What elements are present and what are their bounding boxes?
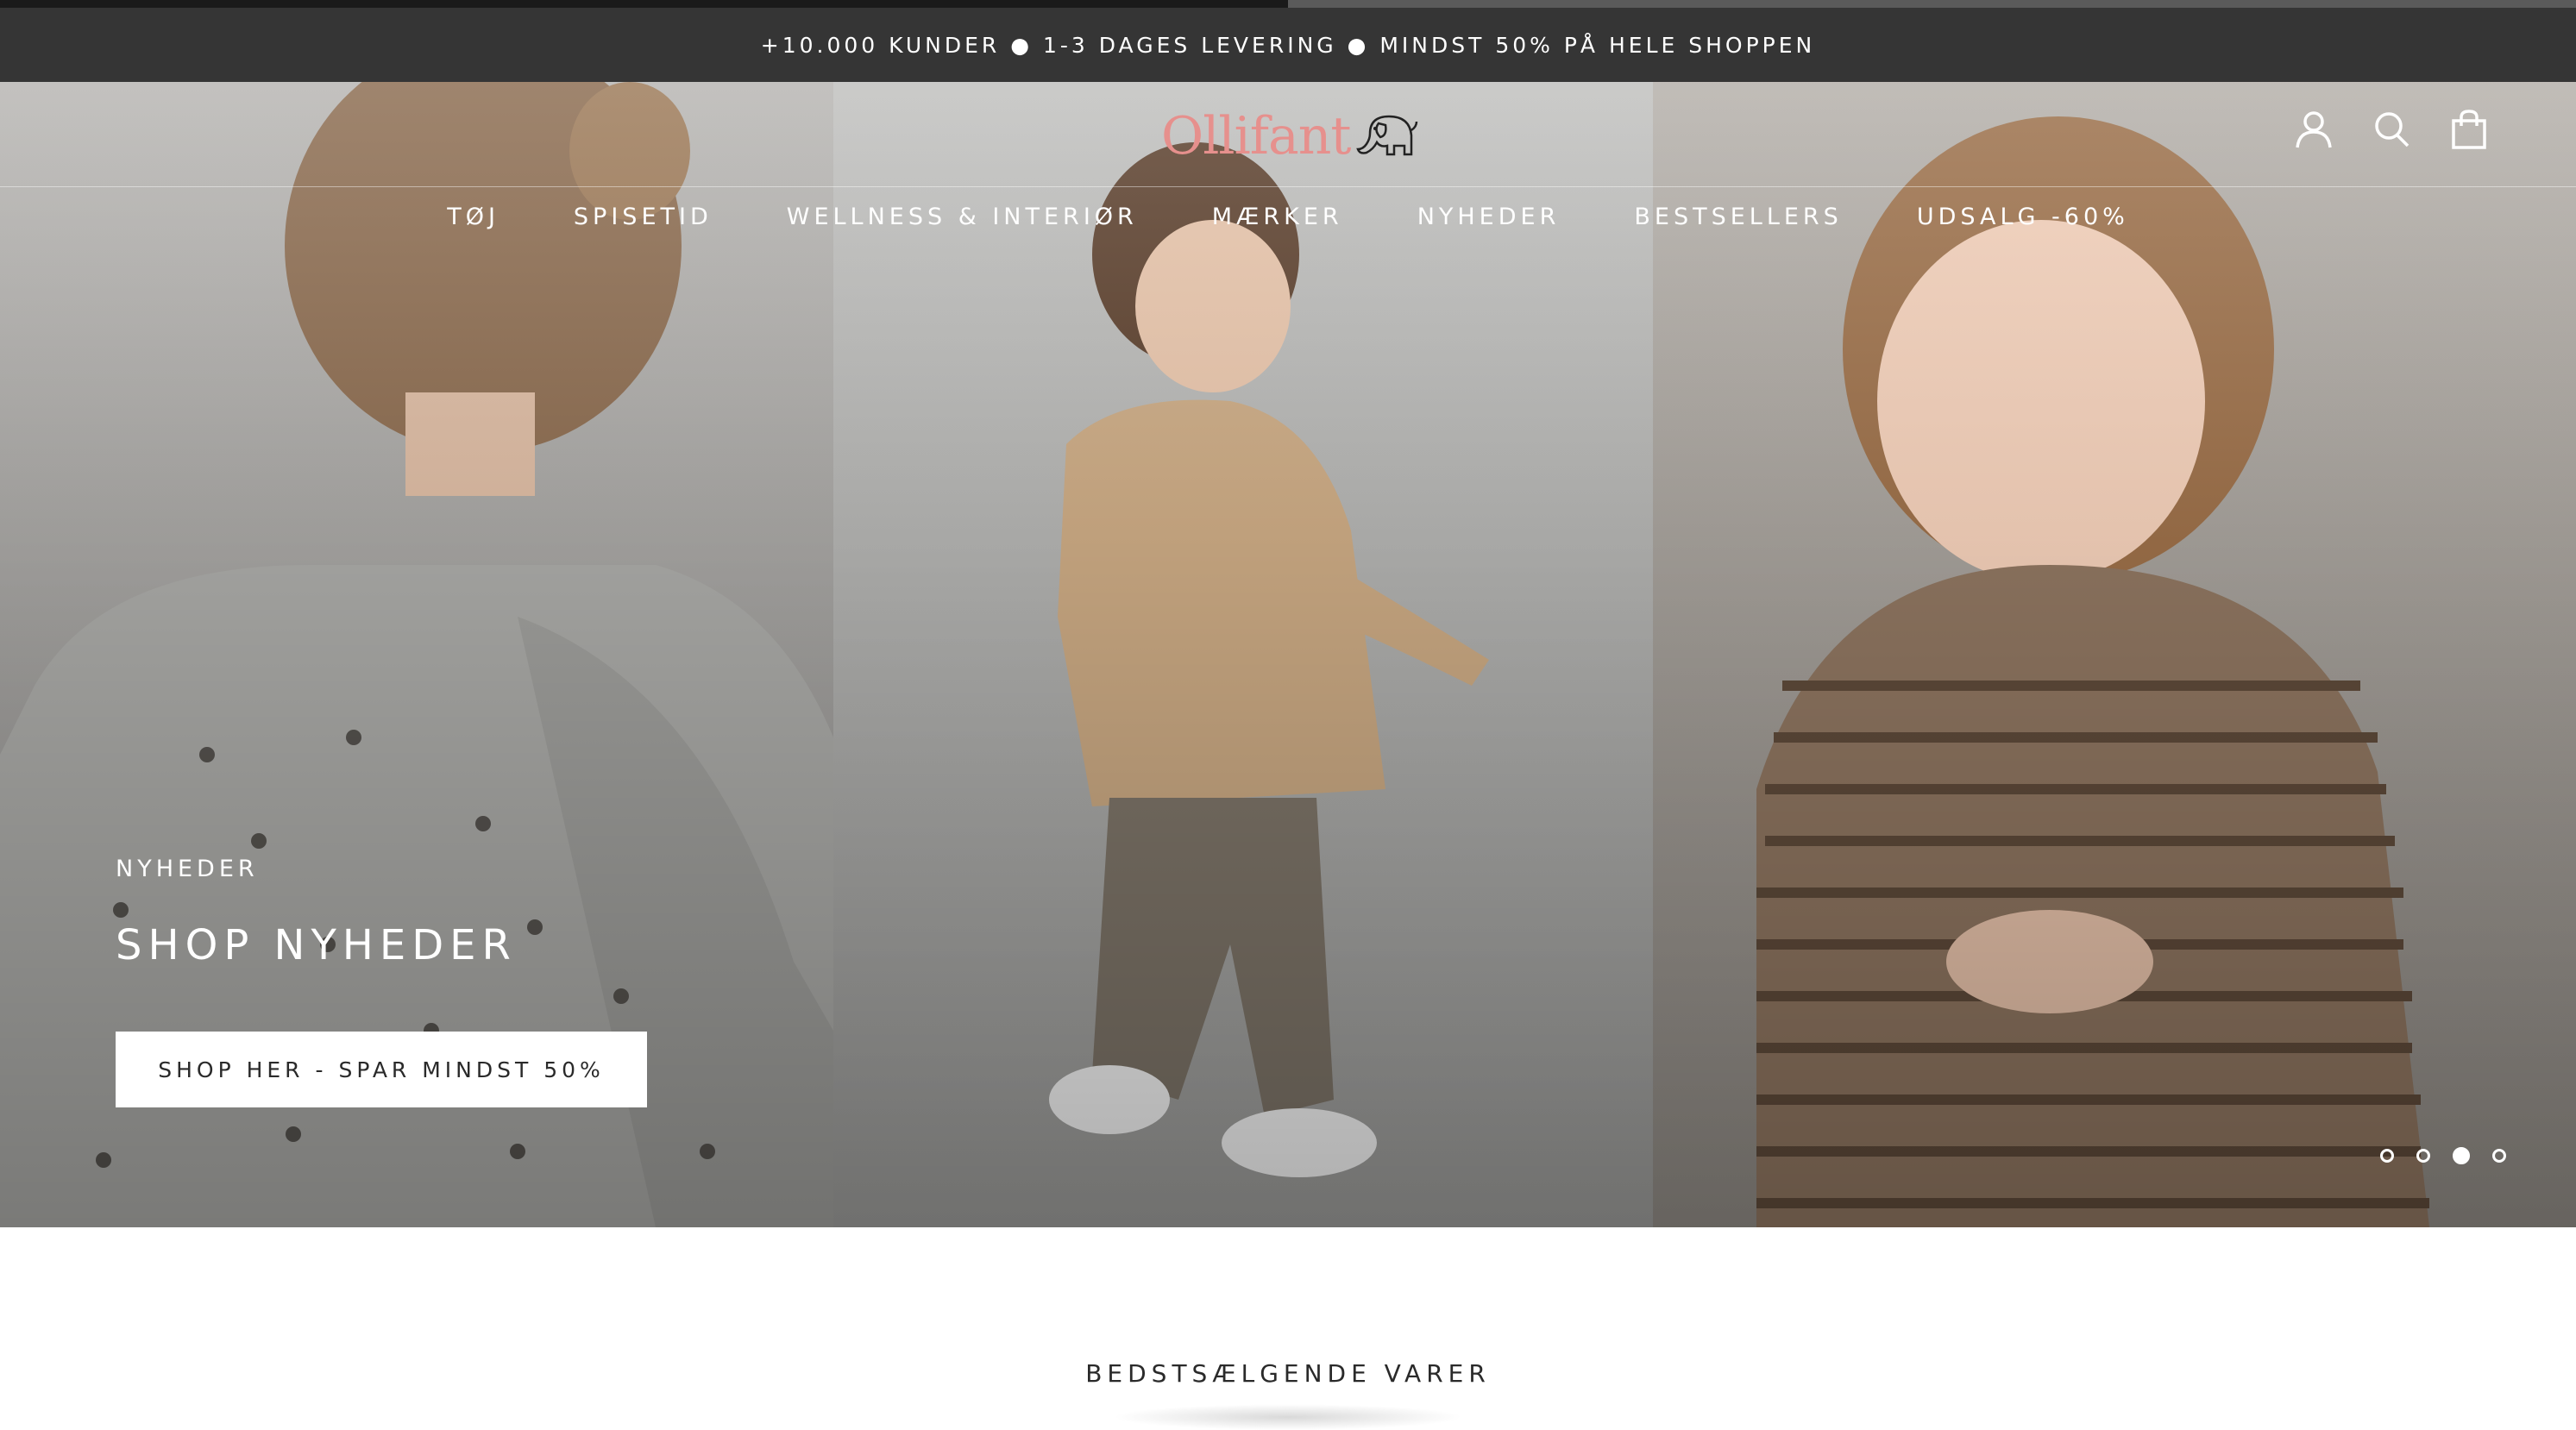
slideshow-pagination (2380, 1147, 2506, 1164)
nav-item-toj[interactable]: TØJ (447, 204, 499, 230)
nav-item-maerker[interactable]: MÆRKER (1212, 204, 1343, 230)
account-icon[interactable] (2293, 109, 2334, 150)
hero-eyebrow: NYHEDER (116, 856, 259, 882)
nav-item-wellness-interior[interactable]: WELLNESS & INTERIØR (787, 204, 1138, 230)
hero-title: SHOP NYHEDER (116, 921, 517, 969)
bestsellers-section-title: BEDSTSÆLGENDE VARER (1085, 1359, 1491, 1388)
logo-text: Ollifant (1161, 106, 1351, 166)
site-logo[interactable]: Ollifant (1161, 102, 1420, 171)
slide-dot-3-active[interactable] (2453, 1147, 2470, 1164)
page-progress-fill (0, 0, 1288, 8)
nav-item-spisetid[interactable]: SPISETID (574, 204, 713, 230)
shopping-bag-icon[interactable] (2448, 109, 2490, 150)
slide-dot-2[interactable] (2416, 1149, 2430, 1163)
slide-dot-1[interactable] (2380, 1149, 2394, 1163)
elephant-icon (1354, 110, 1420, 163)
slide-dot-4[interactable] (2492, 1149, 2506, 1163)
announcement-bar: +10.000 KUNDER ● 1-3 DAGES LEVERING ● MI… (0, 8, 2576, 82)
announcement-text: +10.000 KUNDER ● 1-3 DAGES LEVERING ● MI… (760, 32, 1816, 58)
header-actions (2293, 109, 2490, 150)
nav-item-nyheder[interactable]: NYHEDER (1417, 204, 1561, 230)
header-divider (0, 186, 2576, 187)
main-navigation: TØJ SPISETID WELLNESS & INTERIØR MÆRKER … (0, 204, 2576, 230)
nav-item-bestsellers[interactable]: BESTSELLERS (1634, 204, 1842, 230)
product-card-peek (1113, 1404, 1463, 1430)
page-progress-bar (0, 0, 2576, 8)
search-icon[interactable] (2371, 109, 2412, 150)
nav-item-udsalg[interactable]: UDSALG -60% (1917, 204, 2129, 230)
hero-cta-button[interactable]: SHOP HER - SPAR MINDST 50% (116, 1032, 647, 1107)
